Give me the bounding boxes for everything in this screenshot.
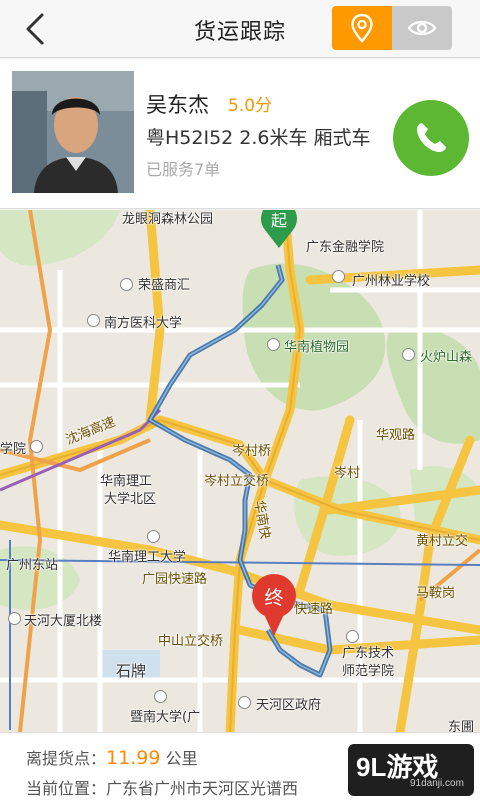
start-marker: 起: [261, 210, 297, 248]
end-marker-label: 终: [264, 587, 283, 609]
map-label: 师范学院: [342, 664, 395, 679]
poi-dot: [332, 270, 345, 283]
phone-icon: [417, 123, 446, 152]
view-mode-button[interactable]: [392, 6, 452, 50]
distance-label: 离提货点：: [26, 749, 107, 768]
map-label: 南方医科大学: [104, 316, 183, 331]
map-label: 岑村立交桥: [204, 474, 270, 489]
poi-dot: [87, 314, 100, 327]
site-watermark: 9L游戏 91danji.com: [348, 744, 474, 796]
map-label: 荣盛商汇: [138, 278, 191, 293]
driver-name: 吴东杰: [146, 93, 209, 117]
location-pin-icon: [351, 13, 373, 43]
location-value: 广东省广州市天河区光谱西: [106, 779, 299, 798]
distance-row: 离提货点：11.99 公里: [26, 745, 198, 769]
map-label: 广东金融学院: [306, 240, 385, 255]
map-label: 广东技术: [342, 646, 395, 661]
map-label: 学院: [0, 442, 27, 457]
poi-dot: [238, 696, 251, 709]
location-row: 当前位置：广东省广州市天河区光谱西: [26, 775, 356, 799]
map-label: 火炉山森: [420, 350, 473, 365]
mode-switch: [332, 6, 452, 50]
map-label: 广园快速路: [142, 572, 208, 587]
driver-rating: 5.0分: [228, 96, 273, 116]
map-label: 天河区政府: [256, 698, 322, 713]
map-label: 大学北区: [104, 492, 157, 507]
poi-dot: [120, 278, 133, 291]
distance-value: 11.99: [106, 747, 161, 769]
map-label: 暨南大学(广: [130, 710, 201, 725]
driver-card: 吴东杰 5.0分 粤H52I52 2.6米车 厢式车 已服务7单: [0, 59, 480, 209]
driver-avatar: [12, 71, 134, 193]
map-label: 石牌: [116, 662, 147, 680]
map-label: 广州东站: [6, 558, 59, 573]
served-count: 已服务7单: [146, 160, 221, 179]
location-label: 当前位置：: [26, 779, 107, 798]
map-label: 华南理工: [100, 474, 153, 489]
map-label: 岑村: [334, 466, 361, 481]
map-label: 华南理工大学: [108, 550, 187, 565]
poi-dot: [154, 690, 167, 703]
distance-unit: 公里: [160, 749, 198, 768]
map-label: 龙眼洞森林公园: [122, 212, 214, 227]
poi-dot: [402, 348, 415, 361]
map-label: 广州林业学校: [352, 274, 431, 289]
poi-dot: [30, 440, 43, 453]
map-view[interactable]: 起 终 龙眼洞森林公园 广东金融学院 荣盛商汇 广州林业学校 南方医科大学 华南…: [0, 210, 480, 732]
header-bar: 货运跟踪: [0, 0, 480, 58]
map-label: 黄村立交: [416, 534, 469, 549]
end-marker: 终: [252, 574, 296, 636]
call-driver-button[interactable]: [393, 100, 469, 176]
map-label: 东圃: [448, 720, 475, 732]
map-label: 中山立交桥: [158, 634, 224, 649]
location-mode-button[interactable]: [332, 6, 392, 50]
map-label: 华观路: [376, 428, 416, 443]
eye-icon: [407, 20, 437, 36]
map-label: 天河大厦北楼: [24, 614, 103, 629]
map-label: 岑村桥: [232, 444, 272, 459]
map-label: 华南植物园: [284, 340, 350, 355]
vehicle-info: 粤H52I52 2.6米车 厢式车: [146, 127, 371, 149]
watermark-site: 91danji.com: [410, 778, 464, 789]
poi-dot: [8, 612, 21, 625]
map-label: 快速路: [294, 602, 334, 617]
poi-dot: [267, 338, 280, 351]
start-marker-label: 起: [271, 211, 287, 230]
poi-dot: [147, 530, 160, 543]
map-label: 马鞍岗: [416, 586, 456, 601]
